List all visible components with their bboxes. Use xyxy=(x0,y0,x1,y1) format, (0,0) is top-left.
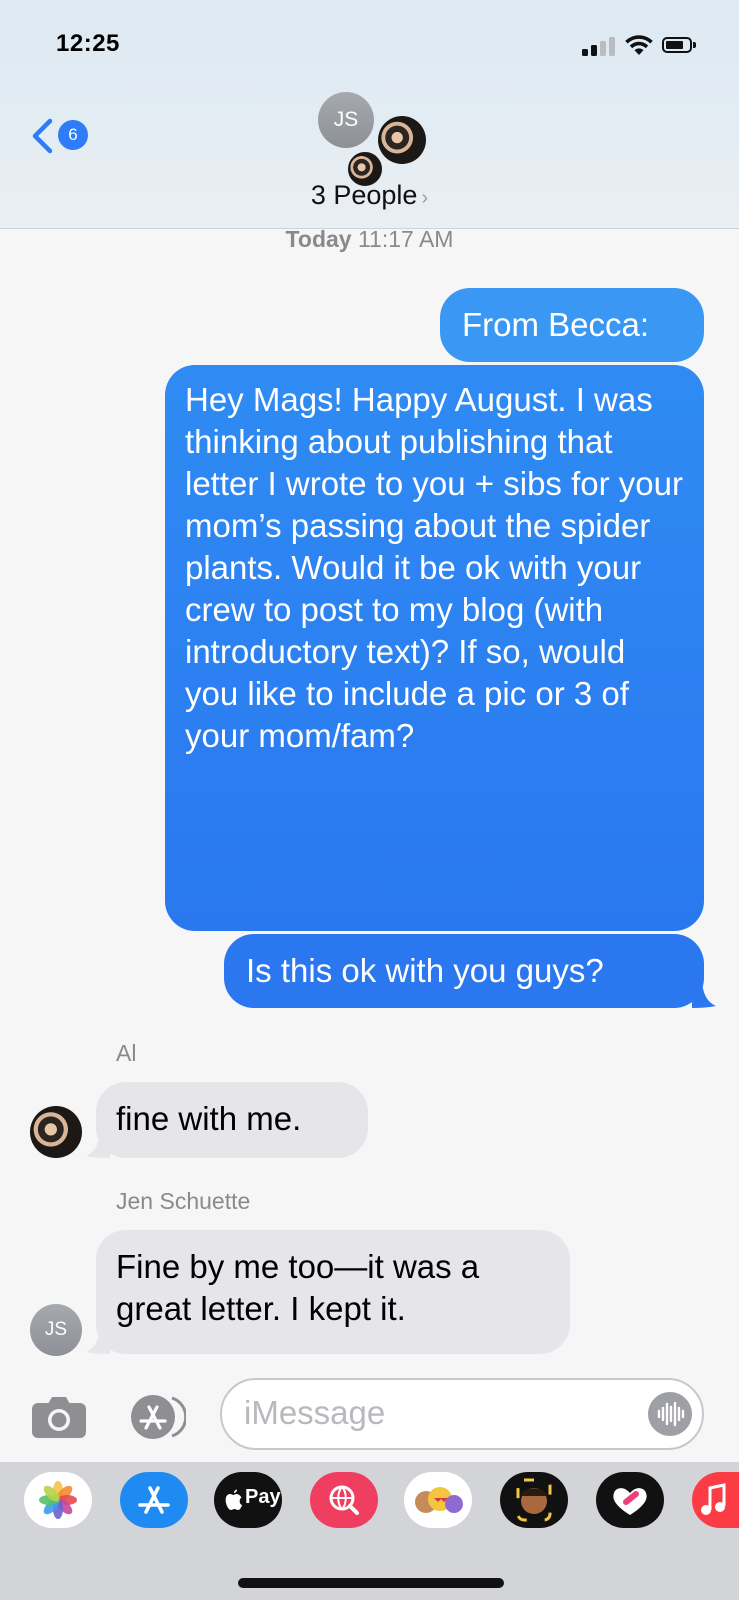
music-note-icon xyxy=(701,1483,726,1515)
memoji-face-icon xyxy=(516,1478,552,1522)
chevron-right-icon: › xyxy=(421,187,429,209)
waveform-icon xyxy=(657,1401,685,1427)
apple-pay-label: Pay xyxy=(245,1486,281,1508)
app-store-glyph-icon xyxy=(138,1486,170,1514)
group-title[interactable]: 3 People › xyxy=(0,180,739,211)
received-message-bubble[interactable]: fine with me. xyxy=(96,1082,368,1158)
emoji-faces-icon xyxy=(415,1487,463,1513)
sent-bubble-tail xyxy=(692,978,716,1008)
message-input-placeholder: iMessage xyxy=(244,1394,386,1431)
timestamp-time: 11:17 AM xyxy=(357,226,454,252)
battery-icon xyxy=(662,37,698,55)
app-store-icon[interactable] xyxy=(126,1392,186,1442)
chevron-left-icon xyxy=(32,118,53,154)
heart-icon xyxy=(613,1488,647,1515)
unread-count-badge: 6 xyxy=(58,120,88,150)
sender-name: Al xyxy=(116,1040,137,1066)
timestamp-day: Today xyxy=(285,226,352,252)
camera-icon[interactable] xyxy=(30,1394,88,1440)
cellular-signal-icon xyxy=(582,36,618,56)
images-search-icon[interactable] xyxy=(310,1472,378,1528)
received-bubble-tail xyxy=(86,1324,110,1354)
received-bubble-tail xyxy=(86,1128,110,1158)
back-button[interactable]: 6 xyxy=(28,116,98,156)
apple-pay-icon[interactable]: Pay xyxy=(214,1472,282,1528)
photos-app-icon[interactable] xyxy=(24,1472,92,1528)
home-indicator[interactable] xyxy=(238,1578,504,1588)
wifi-icon xyxy=(625,35,653,55)
audio-message-button[interactable] xyxy=(648,1392,692,1436)
sent-message-bubble[interactable]: Hey Mags! Happy August. I was thinking a… xyxy=(165,365,704,931)
music-icon[interactable] xyxy=(692,1472,739,1528)
animoji-icon[interactable] xyxy=(404,1472,472,1528)
globe-search-icon xyxy=(329,1485,359,1515)
group-title-label: 3 People xyxy=(310,180,418,210)
sender-name: Jen Schuette xyxy=(116,1188,251,1214)
photos-flower-icon xyxy=(39,1481,77,1519)
sender-avatar-al[interactable] xyxy=(30,1106,82,1158)
group-avatar-initials[interactable]: JS xyxy=(318,92,374,148)
received-message-bubble[interactable]: Fine by me too—it was a great letter. I … xyxy=(96,1230,570,1354)
message-timestamp: Today 11:17 AM xyxy=(0,226,739,253)
digital-touch-icon[interactable] xyxy=(596,1472,664,1528)
sender-avatar-js[interactable]: JS xyxy=(30,1304,82,1356)
group-avatar-photo[interactable] xyxy=(378,116,426,164)
sent-message-bubble[interactable]: Is this ok with you guys? xyxy=(224,934,704,1008)
app-store-drawer-icon[interactable] xyxy=(120,1472,188,1528)
memoji-stickers-icon[interactable] xyxy=(500,1472,568,1528)
message-input[interactable]: iMessage xyxy=(220,1378,704,1450)
sent-message-bubble[interactable]: From Becca: xyxy=(440,288,704,362)
status-time: 12:25 xyxy=(56,30,120,57)
